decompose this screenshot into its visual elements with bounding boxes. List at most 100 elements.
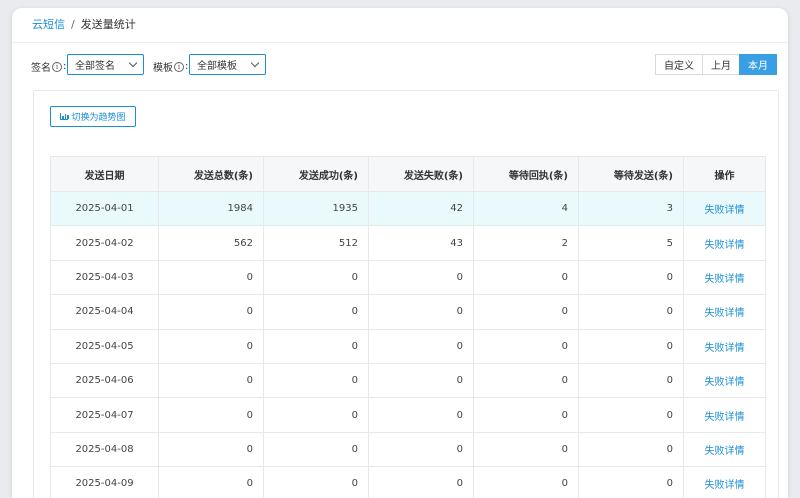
date-range-toggle: 自定义 上月 本月 [655,54,777,75]
table-row: 2025-04-07 0 0 0 0 0 失败详情 [50,397,766,433]
column-header[interactable]: 发送失败(条) [368,156,474,192]
chevron-down-icon [128,58,138,68]
total-cell: 0 [158,362,264,399]
breadcrumb-separator: / [71,17,75,31]
column-header[interactable]: 发送总数(条) [158,156,264,192]
receipt-cell: 0 [473,466,579,498]
page-title: 发送量统计 [80,18,136,31]
failed-cell: 0 [368,294,474,330]
total-cell: 0 [158,431,264,468]
column-header[interactable]: 发送成功(条) [263,156,369,192]
failure-details-link[interactable]: 失败详情 [683,431,766,468]
pending-cell: 0 [578,294,684,330]
range-custom-button[interactable]: 自定义 [655,54,703,75]
breadcrumb-parent-link[interactable]: 云短信 [32,16,65,32]
template-filter-label: 模板 i: [153,59,188,74]
success-cell: 0 [263,431,369,468]
receipt-cell: 0 [473,328,579,364]
table-row: 2025-04-01 1984 1935 42 4 3 失败详情 [50,190,766,227]
total-cell: 0 [158,294,264,330]
signature-select-value: 全部签名 [75,61,115,72]
table-row: 2025-04-04 0 0 0 0 0 失败详情 [50,294,766,330]
failure-details-link[interactable]: 失败详情 [683,190,766,227]
failure-details-link[interactable]: 失败详情 [683,225,766,261]
receipt-cell: 2 [473,225,579,261]
failed-cell: 0 [368,362,474,399]
date-cell: 2025-04-03 [50,259,159,296]
total-cell: 562 [158,225,264,261]
date-cell: 2025-04-01 [50,190,159,227]
failed-cell: 0 [368,259,474,296]
table-row: 2025-04-08 0 0 0 0 0 失败详情 [50,431,766,468]
signature-label-text: 签名 [31,63,51,74]
signature-select[interactable]: 全部签名 [67,54,144,75]
receipt-cell: 0 [473,397,579,433]
date-cell: 2025-04-04 [50,294,159,330]
table-row: 2025-04-05 0 0 0 0 0 失败详情 [50,328,766,364]
template-select[interactable]: 全部模板 [189,54,266,75]
failed-cell: 0 [368,328,474,364]
success-cell: 512 [263,225,369,261]
info-icon[interactable]: i [52,61,62,72]
range-this-month-button[interactable]: 本月 [739,54,777,75]
template-colon: : [185,61,189,72]
success-cell: 0 [263,466,369,498]
breadcrumb: 云短信 / 发送量统计 [32,16,136,32]
receipt-cell: 0 [473,294,579,330]
column-header: 操作 [683,156,766,192]
range-last-month-button[interactable]: 上月 [702,54,740,75]
switch-trend-button[interactable]: 切换为趋势图 [50,106,136,127]
failed-cell: 0 [368,397,474,433]
failed-cell: 0 [368,431,474,468]
success-cell: 1935 [263,190,369,227]
column-header[interactable]: 等待发送(条) [578,156,684,192]
stats-table: 发送日期 发送总数(条) 发送成功(条) 发送失败(条) 等待回执(条) 等待发… [50,156,766,498]
stats-panel: 切换为趋势图 发送日期 发送总数(条) 发送成功(条) 发送失败(条) 等待回执… [33,90,779,498]
receipt-cell: 0 [473,431,579,468]
total-cell: 0 [158,259,264,296]
column-header[interactable]: 发送日期 [50,156,159,192]
switch-trend-label: 切换为趋势图 [71,113,126,123]
failed-cell: 42 [368,190,474,227]
signature-colon: : [63,61,67,72]
bar-chart-icon [60,113,69,120]
table-row: 2025-04-02 562 512 43 2 5 失败详情 [50,225,766,261]
signature-filter-label: 签名 i: [31,59,66,74]
date-cell: 2025-04-06 [50,362,159,399]
failure-details-link[interactable]: 失败详情 [683,466,766,498]
date-cell: 2025-04-05 [50,328,159,364]
pending-cell: 5 [578,225,684,261]
success-cell: 0 [263,259,369,296]
total-cell: 0 [158,397,264,433]
success-cell: 0 [263,328,369,364]
template-label-text: 模板 [153,63,173,74]
pending-cell: 0 [578,431,684,468]
failure-details-link[interactable]: 失败详情 [683,328,766,364]
failure-details-link[interactable]: 失败详情 [683,294,766,330]
pending-cell: 0 [578,259,684,296]
failed-cell: 43 [368,225,474,261]
info-icon[interactable]: i [174,61,184,72]
date-cell: 2025-04-07 [50,397,159,433]
table-row: 2025-04-09 0 0 0 0 0 失败详情 [50,466,766,498]
chevron-down-icon [250,58,260,68]
total-cell: 1984 [158,190,264,227]
header-divider [12,42,788,43]
pending-cell: 0 [578,362,684,399]
total-cell: 0 [158,466,264,498]
table-header-row: 发送日期 发送总数(条) 发送成功(条) 发送失败(条) 等待回执(条) 等待发… [50,156,766,192]
success-cell: 0 [263,397,369,433]
date-cell: 2025-04-08 [50,431,159,468]
failed-cell: 0 [368,466,474,498]
pending-cell: 0 [578,328,684,364]
table-row: 2025-04-03 0 0 0 0 0 失败详情 [50,259,766,296]
column-header[interactable]: 等待回执(条) [473,156,579,192]
date-cell: 2025-04-02 [50,225,159,261]
failure-details-link[interactable]: 失败详情 [683,259,766,296]
total-cell: 0 [158,328,264,364]
failure-details-link[interactable]: 失败详情 [683,397,766,433]
pending-cell: 0 [578,397,684,433]
failure-details-link[interactable]: 失败详情 [683,362,766,399]
main-window: 云短信 / 发送量统计 签名 i: 全部签名 模板 i: 全部模板 自定义 上月 本… [12,8,788,498]
success-cell: 0 [263,294,369,330]
